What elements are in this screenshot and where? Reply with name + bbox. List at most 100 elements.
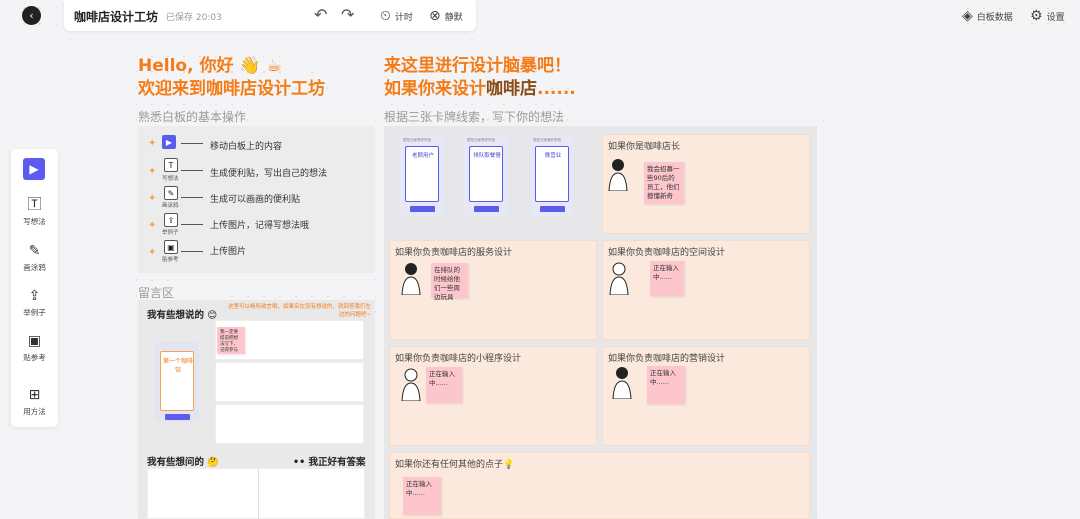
idea-card-service[interactable]: 如果你负责咖啡店的服务设计 在排队的时候给他们一些周边玩具 xyxy=(389,240,597,340)
idea-card-space[interactable]: 如果你负责咖啡店的空间设计 正在输入中...... xyxy=(602,240,810,340)
table-divider xyxy=(258,468,259,519)
tool-method[interactable]: ⊞ 用方法 xyxy=(11,387,58,417)
tool-label: 写想法 xyxy=(23,217,46,226)
sticky-note[interactable]: 正在输入中...... xyxy=(426,367,462,403)
save-status: 已保存 20:03 xyxy=(166,13,222,23)
clue-header: 现在已经有好东西 xyxy=(533,138,561,142)
sticky-note[interactable]: 正在输入中...... xyxy=(647,366,685,404)
example-phone[interactable]: 第一个咖啡馆 xyxy=(155,342,199,422)
op-label: 贴参考 xyxy=(162,257,179,263)
star-icon: ✦ xyxy=(148,193,157,204)
op-text: 上传图片 xyxy=(210,247,247,257)
card-title: 如果你是咖啡店长 xyxy=(608,142,681,152)
tool-label: 举例子 xyxy=(23,308,46,317)
star-icon: ✦ xyxy=(148,166,157,177)
timer-button[interactable]: ⏲ 计时 xyxy=(380,8,413,24)
idea-card-miniapp[interactable]: 如果你负责咖啡店的小程序设计 正在输入中...... xyxy=(389,346,597,446)
sticky-note[interactable]: 正在输入中...... xyxy=(650,261,684,296)
tool-label: 用方法 xyxy=(23,407,46,416)
card-title: 如果你负责咖啡店的空间设计 xyxy=(608,248,726,258)
phone-card-title: 第一个咖啡馆 xyxy=(162,358,193,374)
star-icon: ✦ xyxy=(148,247,157,258)
message-board: 我有些想说的 😊 这里可以畅所欲言哦，如果实在没有想说的，就回答我们左边的问题吧… xyxy=(138,300,375,519)
card-title: 如果你负责咖啡店的营销设计 xyxy=(608,354,726,364)
want-ask-heading: 我有些想问的 🤔 xyxy=(147,457,220,468)
want-say-heading: 我有些想说的 😊 xyxy=(147,310,218,321)
idea-card-marketing[interactable]: 如果你负责咖啡店的营销设计 正在输入中...... xyxy=(602,346,810,446)
title-highlight: 咖啡店 xyxy=(486,79,537,99)
board-title: 留言区 xyxy=(138,286,175,300)
op-text: 上传图片，记得写想法哦 xyxy=(210,221,310,231)
title-ellipsis: ...... xyxy=(537,79,576,99)
card-title: 如果你负责咖啡店的服务设计 xyxy=(395,248,513,258)
op-label: 举例子 xyxy=(162,230,179,236)
message-slot[interactable] xyxy=(215,404,364,444)
card-title: 如果你负责咖啡店的小程序设计 xyxy=(395,354,522,364)
question-table[interactable] xyxy=(147,468,365,519)
select-tool[interactable]: ▶ xyxy=(23,158,45,180)
phone-card: 第一个咖啡馆 xyxy=(160,351,194,411)
sticky-note[interactable]: 我会招募一些90后的员工，他们擅懂新奇 xyxy=(644,162,684,204)
top-bar: ‹ 咖啡店设计工坊 已保存 20:03 ↶ ↷ ⏲ 计时 ⊗ 静默 ◈ 白板数据 ⚙ 设… xyxy=(0,0,1080,32)
title-part: 如果你来设计 xyxy=(384,79,486,99)
clue-card[interactable]: 现在已经有好东西 老顾用户 xyxy=(400,136,444,216)
connector-line xyxy=(181,197,203,198)
image-icon: ▣ xyxy=(164,240,178,254)
timer-label: 计时 xyxy=(394,12,413,23)
clue-button[interactable] xyxy=(410,206,435,212)
sticky-note[interactable]: 在排队的时候给他们一些周边玩具 xyxy=(431,263,468,301)
idea-card-other[interactable]: 如果你还有任何其他的点子💡 正在输入中...... xyxy=(389,452,810,519)
clue-header: 现在已经有好东西 xyxy=(467,138,495,142)
board-data-button[interactable]: ◈ 白板数据 xyxy=(962,8,1013,24)
tool-example[interactable]: ⇪ 举例子 xyxy=(11,288,58,318)
undo-icon[interactable]: ↶ xyxy=(314,5,327,24)
star-icon: ✦ xyxy=(148,220,157,231)
phone-button[interactable] xyxy=(165,414,190,420)
settings-button[interactable]: ⚙ 设置 xyxy=(1030,8,1065,24)
redo-icon[interactable]: ↷ xyxy=(341,5,354,24)
tool-reference[interactable]: ▣ 贴参考 xyxy=(11,333,58,363)
person-illustration xyxy=(612,367,632,399)
tool-doodle[interactable]: ✎ 画涂鸦 xyxy=(11,243,58,273)
board-data-label: 白板数据 xyxy=(976,12,1013,23)
intro-greeting: Hello, 你好 👋 ☕ xyxy=(138,56,282,76)
clue-card[interactable]: 现在已经有好东西 晚营业 xyxy=(530,136,574,216)
template-icon: ⊞ xyxy=(28,387,41,403)
back-icon: ‹ xyxy=(29,9,34,22)
upload-icon: ⇪ xyxy=(164,213,178,227)
clock-icon: ⏲ xyxy=(380,8,391,24)
op-label: 画涂鸦 xyxy=(162,203,179,209)
clue-button[interactable] xyxy=(540,206,565,212)
back-button[interactable]: ‹ xyxy=(22,6,41,25)
brainstorm-title: 来这里进行设计脑暴吧！ xyxy=(384,56,571,76)
message-slot[interactable] xyxy=(215,362,364,402)
star-icon: ✦ xyxy=(148,138,157,149)
clue-card[interactable]: 现在已经有好东西 排队取餐慢 xyxy=(464,136,508,216)
mute-icon: ⊗ xyxy=(429,8,441,24)
image-icon: ▣ xyxy=(27,333,42,349)
card-title: 如果你还有任何其他的点子💡 xyxy=(395,460,515,470)
idea-card-manager[interactable]: 如果你是咖啡店长 我会招募一些90后的员工，他们擅懂新奇 xyxy=(602,134,810,234)
gear-icon: ⚙ xyxy=(1030,8,1043,24)
clue-body: 晚营业 xyxy=(535,146,569,202)
clue-header: 现在已经有好东西 xyxy=(403,138,431,142)
ops-panel: ✦ ▶ 移动白板上的内容 ✦ T 写想法 生成便利贴，写出自己的想法 ✦ ✎ 画… xyxy=(138,126,375,273)
sticky-note[interactable]: 正在输入中...... xyxy=(403,477,441,515)
upload-icon: ⇪ xyxy=(28,288,41,304)
clue-body: 排队取餐慢 xyxy=(469,146,503,202)
person-illustration xyxy=(401,368,421,401)
board-title[interactable]: 咖啡店设计工坊 xyxy=(74,8,158,25)
op-text: 生成便利贴，写出自己的想法 xyxy=(210,169,328,179)
intro-subtitle: 熟悉白板的基本操作 xyxy=(138,110,247,124)
op-text: 生成可以画画的便利贴 xyxy=(210,195,301,205)
op-text: 移动白板上的内容 xyxy=(210,142,283,152)
mute-label: 静默 xyxy=(444,12,463,23)
sticky-note[interactable]: 我一定要提前把想法写下，记得参与 xyxy=(217,327,245,354)
person-illustration xyxy=(608,159,628,191)
tool-write-idea[interactable]: 🅃 写想法 xyxy=(11,197,58,227)
mute-button[interactable]: ⊗ 静默 xyxy=(429,8,463,24)
cursor-icon: ▶ xyxy=(29,162,39,176)
cursor-icon: ▶ xyxy=(162,135,176,149)
intro-title: 欢迎来到咖啡店设计工坊 xyxy=(138,79,325,99)
clue-button[interactable] xyxy=(474,206,499,212)
